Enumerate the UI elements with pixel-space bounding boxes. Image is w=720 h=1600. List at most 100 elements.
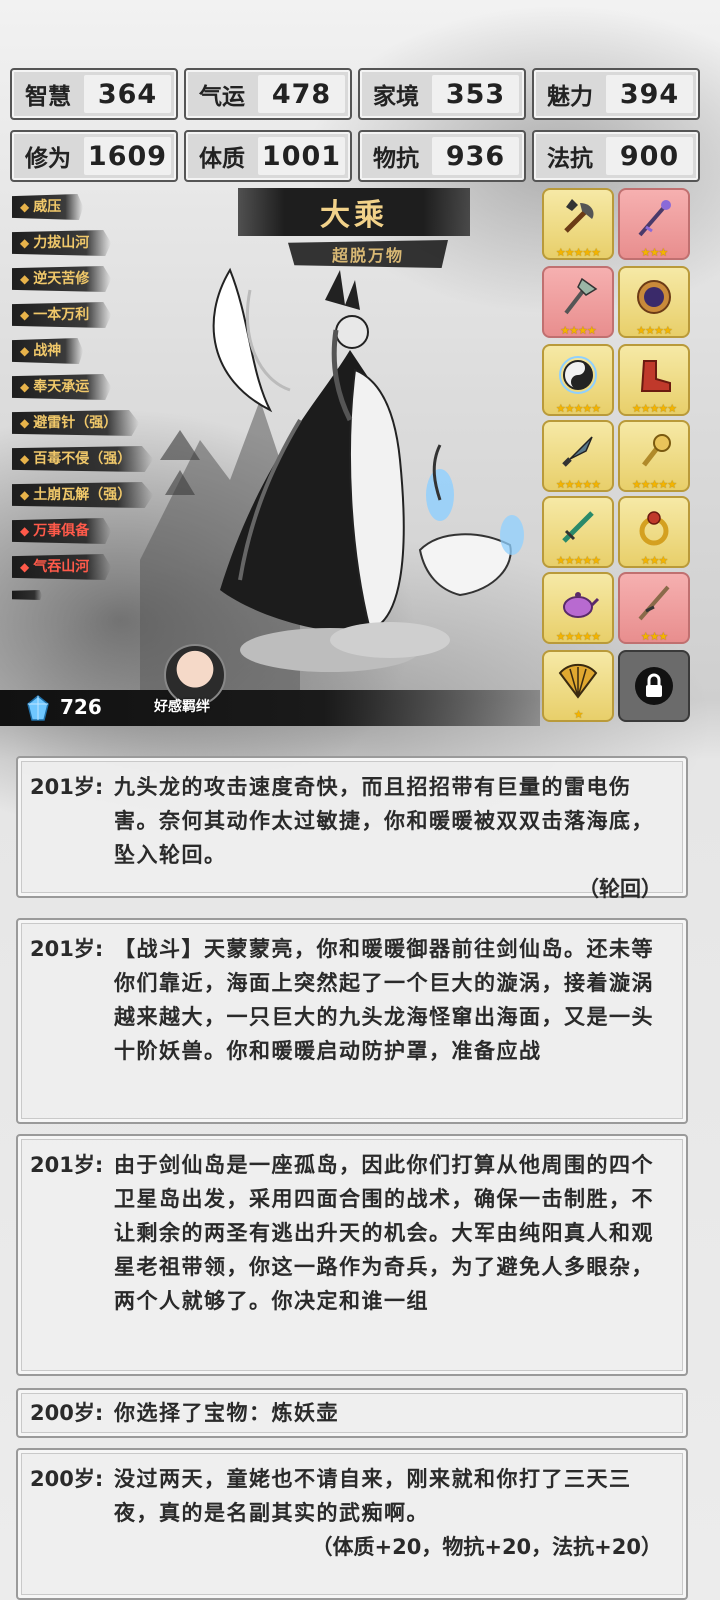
log-entry: 201岁: 【战斗】天蒙蒙亮，你和暖暖御器前往剑仙岛。还未等你们靠近，海面上突然起… xyxy=(16,918,688,1124)
equip-slot-mirror[interactable]: ★★★★ xyxy=(618,266,690,338)
star-rating: ★★★★★ xyxy=(555,630,601,643)
log-footer: （体质+20，物抗+20，法抗+20） xyxy=(311,1535,662,1559)
diamond-icon: ◆ xyxy=(20,236,30,250)
trait-item[interactable]: ◆ 避雷针（强） xyxy=(12,410,140,436)
staff-icon xyxy=(638,200,671,237)
ring-icon xyxy=(639,511,669,546)
star-rating: ★★★ xyxy=(640,554,669,567)
star-rating: ★★★ xyxy=(640,246,669,259)
trait-name: 奉天承运 xyxy=(33,379,90,395)
log-text: 【战斗】天蒙蒙亮，你和暖暖御器前往剑仙岛。还未等你们靠近，海面上突然起了一个巨大… xyxy=(114,937,654,1063)
stat-label: 家境 xyxy=(373,84,419,110)
equip-slot-sword[interactable]: ★★★★★ xyxy=(542,496,614,568)
log-text: 没过两天，童姥也不请自来，刚来就和你打了三天三夜，真的是名副其实的武痴啊。 xyxy=(114,1467,632,1525)
stat-wisdom[interactable]: 智慧 364 xyxy=(10,68,178,120)
log-age: 201岁: xyxy=(30,775,104,799)
stat-value: 1609 xyxy=(84,137,171,175)
trait-item[interactable]: ◆ 一本万利 xyxy=(12,302,112,328)
star-rating: ★★★★★ xyxy=(555,478,601,491)
trait-item[interactable]: ◆ 土崩瓦解（强） xyxy=(12,482,154,508)
stat-value: 364 xyxy=(84,75,171,113)
equip-slot-staff[interactable]: ★★★ xyxy=(618,188,690,260)
trait-item[interactable]: ◆ 万事俱备 xyxy=(12,518,112,544)
equip-slot-halberd[interactable]: ★★★★ xyxy=(542,266,614,338)
teapot-icon xyxy=(563,592,600,618)
stat-label: 法抗 xyxy=(547,146,593,172)
diamond-icon: ◆ xyxy=(20,380,30,394)
equip-slot-scepter[interactable]: ★★★★★ xyxy=(618,420,690,492)
stat-magic-resist[interactable]: 法抗 900 xyxy=(532,130,700,182)
trait-item-partial[interactable] xyxy=(12,590,42,600)
trait-item[interactable]: ◆ 气吞山河 xyxy=(12,554,112,580)
log-age: 201岁: xyxy=(30,937,104,961)
boots-icon xyxy=(640,360,671,392)
diamond-icon: ◆ xyxy=(20,344,30,358)
star-rating: ★★★★★ xyxy=(555,554,601,567)
diamond-icon: ◆ xyxy=(20,524,30,538)
equip-slot-orb[interactable]: ★★★★★ xyxy=(542,344,614,416)
trait-item[interactable]: ◆ 奉天承运 xyxy=(12,374,112,400)
log-age: 201岁: xyxy=(30,1153,104,1177)
equip-slot-ring[interactable]: ★★★ xyxy=(618,496,690,568)
stat-label: 智慧 xyxy=(25,84,71,110)
stat-cultivation[interactable]: 修为 1609 xyxy=(10,130,178,182)
trait-name: 土崩瓦解（强） xyxy=(33,487,132,503)
equip-slot-blade[interactable]: ★★★ xyxy=(618,572,690,644)
diamond-icon: ◆ xyxy=(20,272,30,286)
mirror-icon xyxy=(637,280,671,314)
halberd-icon xyxy=(564,277,598,315)
star-rating: ★ xyxy=(573,708,584,721)
lock-icon xyxy=(635,667,673,705)
stat-value: 394 xyxy=(606,75,693,113)
diamond-icon: ◆ xyxy=(20,488,30,502)
log-text: 九头龙的攻击速度奇快，而且招招带有巨量的雷电伤害。奈何其动作太过敏捷，你和暖暖被… xyxy=(114,775,654,867)
trait-item[interactable]: ◆ 力拔山河 xyxy=(12,230,112,256)
diamond-icon: ◆ xyxy=(20,416,30,430)
stat-family[interactable]: 家境 353 xyxy=(358,68,526,120)
trait-item[interactable]: ◆ 战神 xyxy=(12,338,84,364)
realm-title: 大乘 xyxy=(238,188,470,236)
stat-label: 魅力 xyxy=(547,84,593,110)
star-rating: ★★★★★ xyxy=(631,478,677,491)
log-text: 由于剑仙岛是一座孤岛，因此你们打算从他周围的四个卫星岛出发，采用四面合围的战术，… xyxy=(114,1153,654,1313)
equip-slot-axe[interactable]: ★★★★★ xyxy=(542,188,614,260)
locked-slot[interactable] xyxy=(618,650,690,722)
log-footer: （轮回） xyxy=(578,877,662,901)
log-entry: 201岁: 由于剑仙岛是一座孤岛，因此你们打算从他周围的四个卫星岛出发，采用四面合… xyxy=(16,1134,688,1376)
equip-slot-teapot[interactable]: ★★★★★ xyxy=(542,572,614,644)
trait-name: 气吞山河 xyxy=(33,559,90,575)
diamond-icon: ◆ xyxy=(20,452,30,466)
trait-name: 逆天苦修 xyxy=(33,271,90,287)
spirit-stone-icon xyxy=(27,695,49,721)
trait-name: 百毒不侵（强） xyxy=(33,451,132,467)
bond-button[interactable]: 好感羁绊 xyxy=(154,696,210,716)
stat-label: 体质 xyxy=(199,146,245,172)
equip-slot-fan[interactable]: ★ xyxy=(542,650,614,722)
trait-name: 万事俱备 xyxy=(33,523,90,539)
log-age: 200岁: xyxy=(30,1467,104,1491)
equip-slot-dagger[interactable]: ★★★★★ xyxy=(542,420,614,492)
diamond-icon: ◆ xyxy=(20,308,30,322)
stat-label: 气运 xyxy=(199,84,245,110)
equip-slot-boots[interactable]: ★★★★★ xyxy=(618,344,690,416)
trait-item[interactable]: ◆ 逆天苦修 xyxy=(12,266,112,292)
stat-physical-resist[interactable]: 物抗 936 xyxy=(358,130,526,182)
star-rating: ★★★★★ xyxy=(555,246,601,259)
stat-luck[interactable]: 气运 478 xyxy=(184,68,352,120)
diamond-icon: ◆ xyxy=(20,560,30,574)
log-entry: 200岁: 没过两天，童姥也不请自来，刚来就和你打了三天三夜，真的是名副其实的武痴… xyxy=(16,1448,688,1600)
trait-item[interactable]: ◆ 威压 xyxy=(12,194,84,220)
stat-charm[interactable]: 魅力 394 xyxy=(532,68,700,120)
trait-item[interactable]: ◆ 百毒不侵（强） xyxy=(12,446,154,472)
cultivator-character-art xyxy=(140,267,524,700)
realm-subtitle: 超脱万物 xyxy=(288,240,448,268)
stat-constitution[interactable]: 体质 1001 xyxy=(184,130,352,182)
diamond-icon: ◆ xyxy=(20,200,30,214)
fan-icon xyxy=(558,663,598,699)
trait-name: 一本万利 xyxy=(33,307,90,323)
trait-name: 战神 xyxy=(33,343,62,359)
dagger-icon xyxy=(562,436,593,467)
stat-value: 936 xyxy=(432,137,519,175)
spirit-stone-count: 726 xyxy=(60,695,102,719)
blade-icon xyxy=(638,585,670,621)
